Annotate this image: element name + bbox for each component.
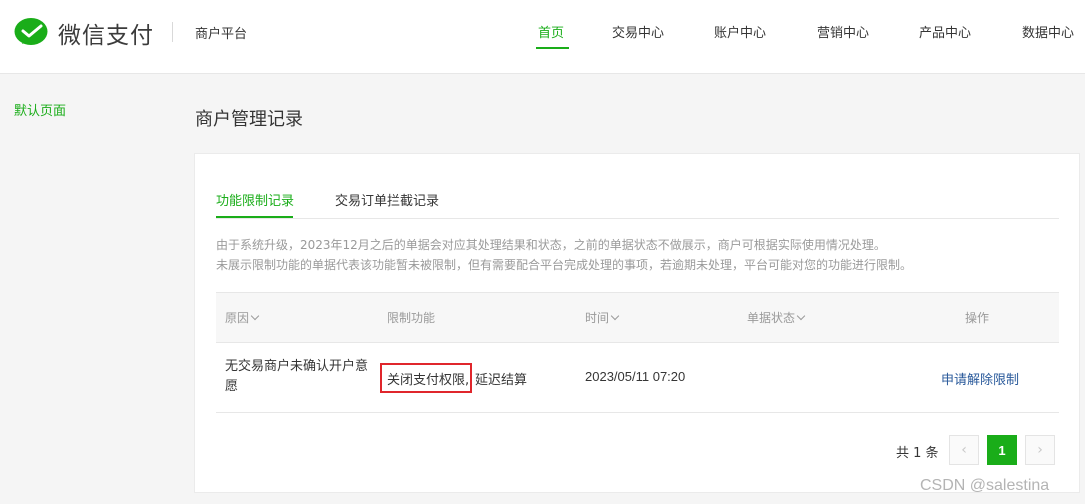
header-action: 操作 <box>965 311 990 325</box>
prev-page-button[interactable]: ‹ <box>949 435 979 465</box>
limit-records-table: 原因 限制功能 时间 单据状态 操作 无交易商户未确认开户意愿 关闭支付权限, … <box>216 292 1059 413</box>
nav-marketing-center[interactable]: 营销中心 <box>817 22 869 41</box>
nav-active-underline <box>536 47 569 49</box>
sidebar-item-default-page[interactable]: 默认页面 <box>14 100 66 119</box>
nav-product-center[interactable]: 产品中心 <box>919 22 971 41</box>
notice-line-1: 由于系统升级，2023年12月之后的单据会对应其处理结果和状态，之前的单据状态不… <box>216 238 886 252</box>
nav-trade-center[interactable]: 交易中心 <box>612 22 664 41</box>
top-bar: 微信支付 商户平台 首页 交易中心 账户中心 营销中心 产品中心 数据中心 <box>0 0 1085 74</box>
chevron-down-icon <box>610 311 620 321</box>
tab-order-intercept-records[interactable]: 交易订单拦截记录 <box>335 190 439 209</box>
header-status[interactable]: 单据状态 <box>747 309 806 326</box>
next-page-button[interactable]: › <box>1025 435 1055 465</box>
watermark: CSDN @salestina <box>920 477 1050 494</box>
header-limit-function: 限制功能 <box>387 311 436 325</box>
records-card: 功能限制记录 交易订单拦截记录 由于系统升级，2023年12月之后的单据会对应其… <box>194 153 1080 493</box>
nav-home[interactable]: 首页 <box>538 22 564 41</box>
tab-function-limit-records[interactable]: 功能限制记录 <box>216 190 294 209</box>
table-header: 原因 限制功能 时间 单据状态 操作 <box>216 292 1059 343</box>
apply-unlock-link[interactable]: 申请解除限制 <box>941 369 1019 388</box>
page-1-button[interactable]: 1 <box>987 435 1017 465</box>
cell-limit-primary: 关闭支付权限, <box>387 373 470 388</box>
chevron-down-icon <box>796 311 806 321</box>
pagination: 共 1 条 ‹ 1 › <box>195 435 1081 465</box>
nav-account-center[interactable]: 账户中心 <box>714 22 766 41</box>
chevron-right-icon: › <box>1037 442 1043 458</box>
header-time[interactable]: 时间 <box>585 309 620 326</box>
page-title: 商户管理记录 <box>195 109 303 130</box>
table-row: 无交易商户未确认开户意愿 关闭支付权限, 延迟结算 2023/05/11 07:… <box>216 343 1059 413</box>
nav-data-center[interactable]: 数据中心 <box>1022 22 1074 41</box>
header-reason[interactable]: 原因 <box>225 309 260 326</box>
pagination-total: 共 1 条 <box>896 446 939 461</box>
cell-time: 2023/05/11 07:20 <box>585 369 686 384</box>
cell-limit-secondary: 延迟结算 <box>475 373 528 388</box>
tabs-border <box>216 218 1059 219</box>
notice-line-2: 未展示限制功能的单据代表该功能暂未被限制，但有需要配合平台完成处理的事项，若逾期… <box>216 258 913 272</box>
main-nav: 首页 交易中心 账户中心 营销中心 产品中心 数据中心 <box>0 0 1085 74</box>
chevron-left-icon: ‹ <box>961 442 967 458</box>
cell-reason: 无交易商户未确认开户意愿 <box>225 359 369 394</box>
chevron-down-icon <box>250 311 260 321</box>
